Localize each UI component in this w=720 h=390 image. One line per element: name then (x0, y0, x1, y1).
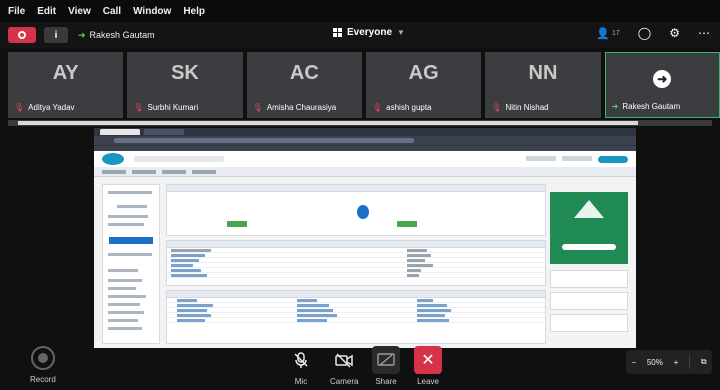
participant-name: Rakesh Gautam (622, 102, 681, 111)
menu-file[interactable]: File (8, 6, 25, 17)
menu-call[interactable]: Call (103, 6, 121, 17)
browser-tabs (94, 128, 636, 136)
recording-indicator-button[interactable] (8, 27, 36, 43)
mic-button[interactable]: Mic (287, 346, 315, 386)
fullscreen-icon[interactable]: ⧉ (701, 357, 707, 367)
mic-off-icon: 🎙 (491, 103, 502, 112)
salesforce-right-column (550, 184, 628, 344)
salesforce-body (94, 178, 636, 348)
gear-icon[interactable]: ⚙ (669, 26, 680, 40)
record-button[interactable]: Record (30, 346, 56, 384)
participant-initials: AG (408, 62, 439, 84)
chat-icon[interactable]: ◯ (638, 26, 651, 40)
share-label: Share (375, 377, 397, 386)
mic-off-icon (287, 346, 315, 374)
participant-tile[interactable]: NN 🎙 Nitin Nishad (485, 52, 601, 118)
mic-off-icon: 🎙 (14, 103, 25, 112)
camera-off-icon (330, 346, 358, 374)
participant-tile[interactable]: SK 🎙 Surbhi Kumari (127, 52, 243, 118)
shared-screen (94, 128, 636, 348)
recent-items-panel (166, 240, 546, 286)
participant-strip: AY 🎙 Aditya Yadav SK 🎙 Surbhi Kumari AC 🎙 A… (0, 52, 720, 118)
record-label: Record (30, 375, 56, 384)
salesforce-main (166, 184, 546, 344)
participant-name: Aditya Yadav (28, 103, 75, 112)
zoom-control: − 50% + ⧉ (626, 350, 712, 374)
participant-tile[interactable]: AC 🎙 Amisha Chaurasiya (246, 52, 362, 118)
mic-off-icon: 🎙 (252, 103, 263, 112)
participant-scrollbar[interactable] (8, 120, 712, 126)
presenter-name: Rakesh Gautam (89, 30, 155, 40)
presenting-arrow-icon: ➜ (78, 29, 86, 40)
participant-count: 17 (612, 29, 620, 37)
getting-started-panel (166, 184, 546, 236)
info-icon: i (54, 29, 58, 41)
mic-label: Mic (294, 377, 308, 386)
presenting-arrow-icon: ➜ (611, 102, 619, 111)
share-screen-icon (372, 346, 400, 374)
salesforce-header (94, 151, 636, 167)
grid-view-icon (333, 28, 342, 37)
participant-tile-active[interactable]: ➜ ➜ Rakesh Gautam (604, 52, 720, 118)
share-button[interactable]: Share (372, 346, 400, 386)
menu-help[interactable]: Help (183, 6, 205, 17)
participant-initials: AC (289, 62, 319, 84)
camera-button[interactable]: Camera (330, 346, 358, 386)
zoom-value: 50% (646, 357, 663, 367)
record-icon (30, 346, 55, 370)
zoom-in-button[interactable]: + (674, 358, 679, 367)
participant-name: Amisha Chaurasiya (266, 103, 337, 112)
zoom-out-button[interactable]: − (631, 358, 636, 367)
mic-off-icon: 🎙 (371, 103, 383, 112)
close-icon: ✕ (414, 346, 442, 374)
leave-button[interactable]: ✕ Leave (414, 346, 442, 386)
quick-links-panel (166, 290, 546, 344)
browser-address-bar (94, 136, 636, 145)
participant-initials: AY (52, 62, 79, 84)
participant-tile[interactable]: AY 🎙 Aditya Yadav (8, 52, 124, 118)
camera-label: Camera (330, 377, 359, 386)
presenter-label: ➜ Rakesh Gautam (78, 30, 155, 41)
call-info-button[interactable]: i (44, 27, 68, 43)
call-controls: Record Mic Camera Share ✕ Leave − 50% + … (0, 342, 720, 390)
menu-view[interactable]: View (68, 6, 91, 17)
more-options-icon[interactable]: ⋯ (698, 26, 710, 40)
participants-button[interactable]: 👤 17 (596, 27, 620, 40)
leave-label: Leave (417, 377, 439, 386)
salesforce-search (134, 156, 224, 162)
call-header: i ➜ Rakesh Gautam Everyone ▼ 👤 17 ◯ ⚙ ⋯ (0, 22, 720, 48)
screen-share-icon: ➜ (653, 70, 672, 88)
salesforce-logo (102, 153, 124, 165)
salesforce-sidebar (102, 184, 160, 344)
salesforce-nav (94, 167, 636, 177)
mic-off-icon: 🎙 (133, 103, 144, 112)
menu-edit[interactable]: Edit (37, 6, 56, 17)
participant-name: ashish gupta (386, 103, 432, 112)
participant-initials: SK (171, 62, 199, 84)
audience-dropdown[interactable]: Everyone ▼ (333, 27, 405, 38)
scrollbar-thumb[interactable] (18, 121, 638, 125)
participant-initials: NN (528, 62, 558, 84)
menu-window[interactable]: Window (133, 6, 171, 17)
participant-name: Surbhi Kumari (147, 103, 199, 112)
participant-name: Nitin Nishad (505, 103, 549, 112)
chevron-down-icon: ▼ (397, 28, 405, 37)
participant-tile[interactable]: AG 🎙 ashish gupta (365, 52, 482, 118)
trailhead-promo (550, 192, 628, 264)
menu-bar: File Edit View Call Window Help (0, 0, 720, 22)
record-icon (18, 31, 26, 39)
audience-label: Everyone (347, 27, 393, 38)
people-icon: 👤 (596, 27, 610, 40)
